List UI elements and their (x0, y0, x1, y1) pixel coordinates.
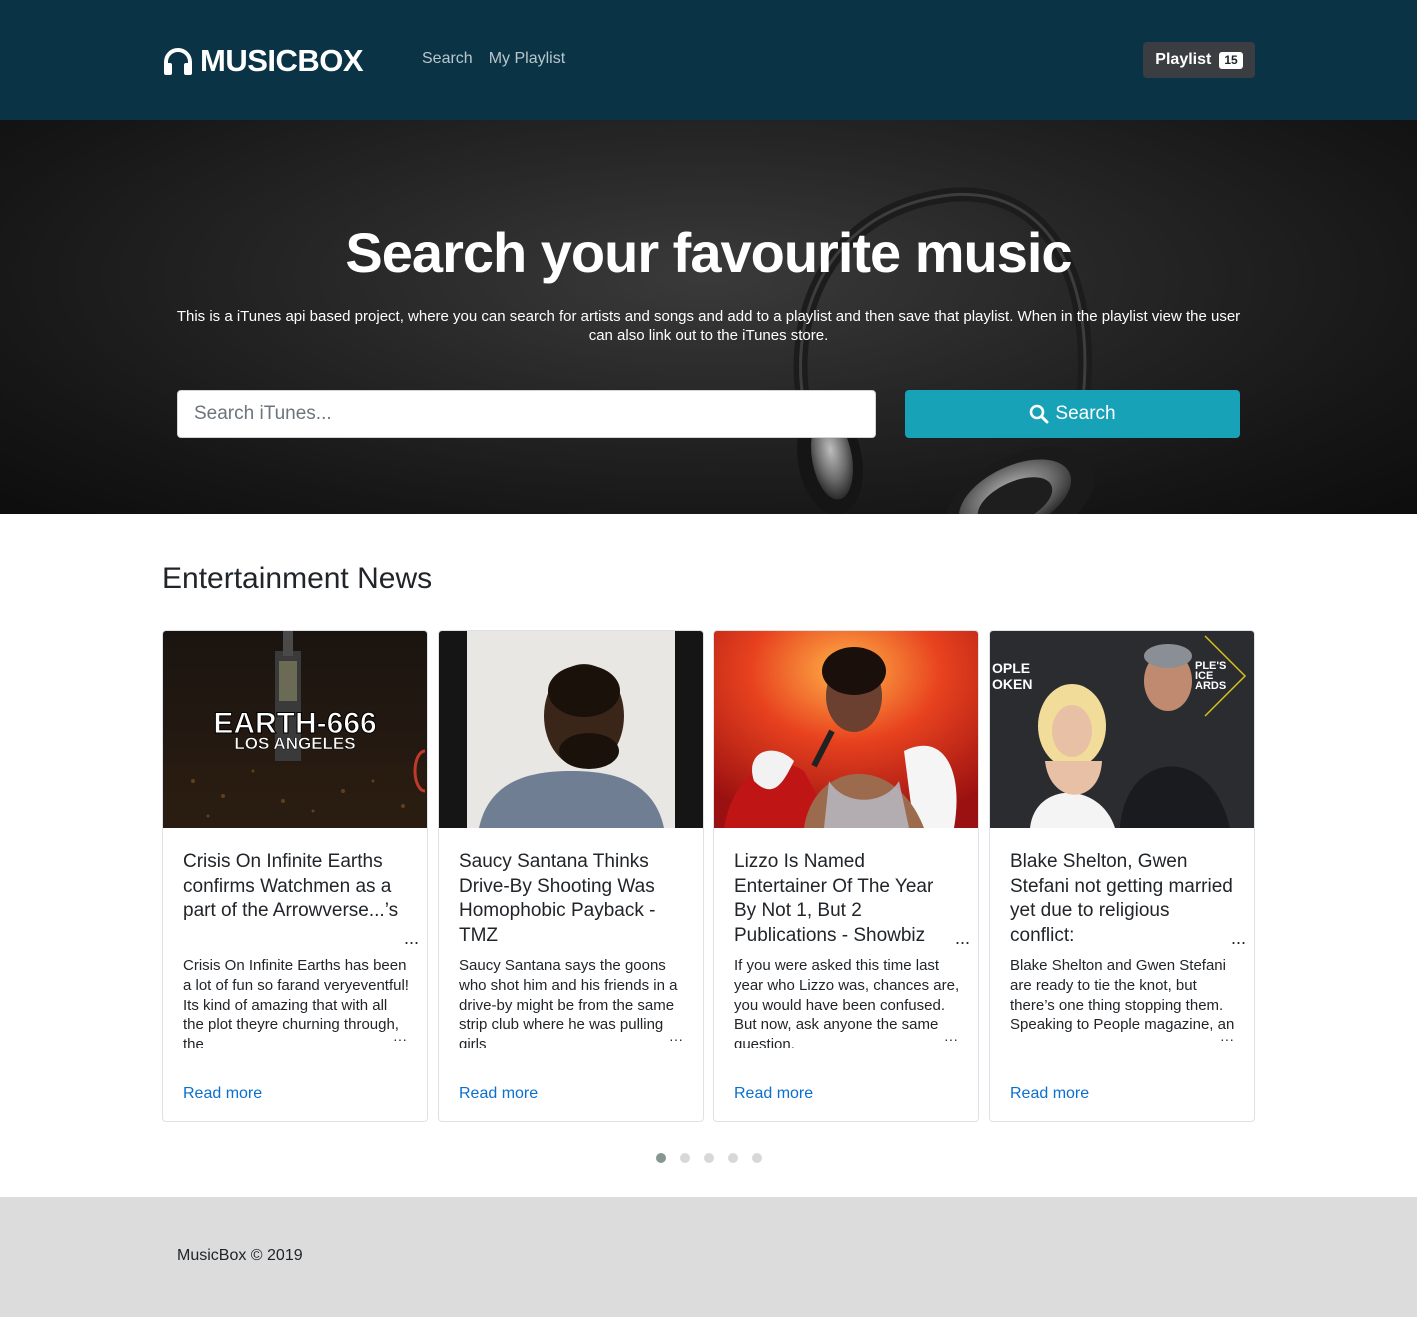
backdrop-text: OPLE (992, 660, 1030, 676)
backdrop-text: OKEN (992, 676, 1032, 692)
news-card-title: Blake Shelton, Gwen Stefani not getting … (1010, 851, 1233, 946)
carousel-dot-4[interactable] (728, 1153, 738, 1163)
playlist-count-badge: 15 (1219, 51, 1243, 69)
news-card-title: Saucy Santana Thinks Drive-By Shooting W… (459, 851, 656, 946)
news-card-title: Crisis On Infinite Earths confirms Watch… (183, 851, 399, 922)
news-card-title: Lizzo Is Named Entertainer Of The Year B… (734, 851, 934, 946)
headphones-icon (164, 48, 192, 75)
title-ellipsis: ... (1226, 928, 1246, 949)
couple-red-carpet-image: OPLE OKEN PLE'S ICE ARDS (990, 631, 1254, 828)
news-card-image[interactable] (714, 631, 978, 828)
brand-logo[interactable]: MUSICBOX (162, 41, 364, 81)
text-ellipsis: ··· (665, 1031, 683, 1047)
nav-link-search[interactable]: Search (422, 50, 473, 68)
search-input[interactable] (177, 390, 876, 438)
search-button-label: Search (1055, 403, 1116, 424)
news-card-text: If you were asked this time last year wh… (734, 957, 960, 1048)
playlist-button[interactable]: Playlist 15 (1143, 42, 1255, 78)
text-ellipsis: ··· (940, 1031, 958, 1047)
footer-copyright: MusicBox © 2019 (177, 1247, 303, 1264)
news-card: EARTH-666 LOS ANGELES Crisis On Infinite… (162, 630, 428, 1122)
city-night-image: EARTH-666 LOS ANGELES (163, 631, 427, 828)
news-card: OPLE OKEN PLE'S ICE ARDS Blake Shelton, … (989, 630, 1255, 1122)
hero-description: This is a iTunes api based project, wher… (176, 308, 1241, 344)
carousel-dot-2[interactable] (680, 1153, 690, 1163)
carousel-dot-3[interactable] (704, 1153, 714, 1163)
navbar: MUSICBOX Search My Playlist Playlist 15 (0, 0, 1417, 120)
news-card-text: Blake Shelton and Gwen Stefani are ready… (1010, 957, 1235, 1034)
news-card-image[interactable]: OPLE OKEN PLE'S ICE ARDS (990, 631, 1254, 828)
portrait-image (439, 631, 703, 828)
news-cards: EARTH-666 LOS ANGELES Crisis On Infinite… (162, 630, 1255, 1122)
footer: MusicBox © 2019 (0, 1197, 1417, 1317)
backdrop-text: ARDS (1195, 680, 1226, 692)
read-more-link[interactable]: Read more (183, 1085, 262, 1103)
nav-link-my-playlist[interactable]: My Playlist (489, 50, 565, 68)
performer-image (714, 631, 978, 828)
carousel-dot-5[interactable] (752, 1153, 762, 1163)
carousel-dot-1[interactable] (656, 1153, 666, 1163)
news-card: Saucy Santana Thinks Drive-By Shooting W… (438, 630, 704, 1122)
news-heading: Entertainment News (162, 562, 433, 595)
read-more-link[interactable]: Read more (734, 1085, 813, 1103)
nav-links: Search My Playlist (422, 50, 565, 68)
title-ellipsis: ... (950, 928, 970, 949)
news-card-text: Saucy Santana says the goons who shot hi… (459, 957, 678, 1048)
hero-title: Search your favourite music (345, 221, 1072, 284)
image-subcaption: LOS ANGELES (234, 734, 355, 753)
news-card-image[interactable] (439, 631, 703, 828)
news-card-text: Crisis On Infinite Earths has been a lot… (183, 957, 409, 1048)
hero-section: Search your favourite music This is a iT… (0, 120, 1417, 514)
text-ellipsis: ··· (389, 1031, 407, 1047)
playlist-button-label: Playlist (1155, 51, 1212, 68)
read-more-link[interactable]: Read more (1010, 1085, 1089, 1103)
carousel-indicators (656, 1153, 762, 1163)
news-card: Lizzo Is Named Entertainer Of The Year B… (713, 630, 979, 1122)
search-icon (1030, 404, 1049, 424)
text-ellipsis: ··· (1216, 1031, 1234, 1047)
news-card-image[interactable]: EARTH-666 LOS ANGELES (163, 631, 427, 828)
title-ellipsis: ... (399, 928, 419, 949)
read-more-link[interactable]: Read more (459, 1085, 538, 1103)
search-button[interactable]: Search (905, 390, 1240, 438)
brand-name: MUSICBOX (200, 43, 364, 78)
